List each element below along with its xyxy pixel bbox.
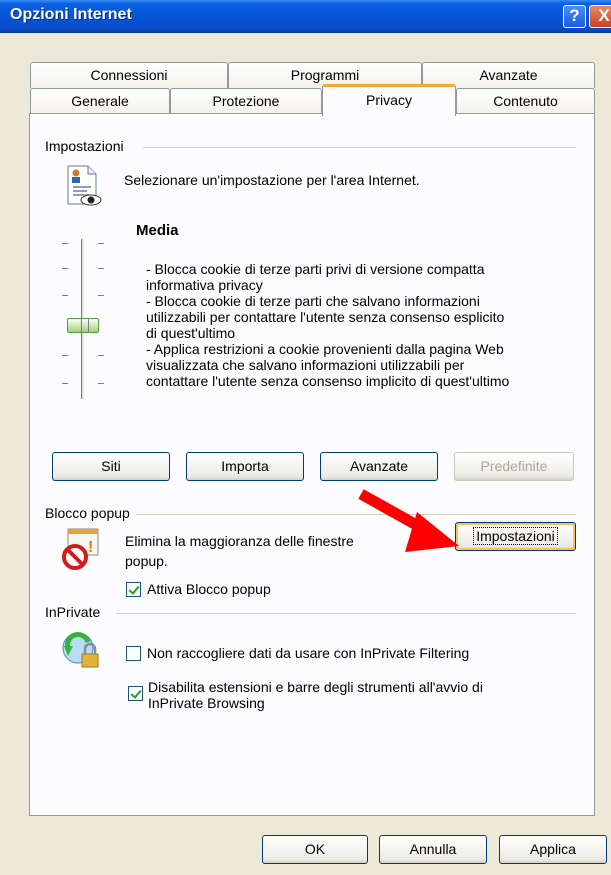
inprivate-filtering-checkbox[interactable] bbox=[126, 646, 141, 661]
tab-connessioni[interactable]: Connessioni bbox=[30, 62, 228, 88]
inprivate-group-label: InPrivate bbox=[45, 604, 101, 620]
level-line: contattare l'utente senza consenso impli… bbox=[146, 373, 510, 389]
cancel-button[interactable]: Annulla bbox=[379, 835, 487, 864]
advanced-button-label: Avanzate bbox=[349, 458, 409, 474]
level-line: informativa privacy bbox=[146, 277, 263, 293]
privacy-level-title: Media bbox=[136, 222, 179, 239]
tab-privacy[interactable]: Privacy bbox=[322, 84, 456, 116]
slider-tick bbox=[62, 355, 68, 356]
ok-button-label: OK bbox=[304, 841, 326, 857]
window-title: Opzioni Internet bbox=[10, 6, 132, 23]
settings-divider bbox=[143, 147, 576, 148]
sites-button[interactable]: Siti bbox=[52, 452, 170, 481]
popup-desc-line: Elimina la maggioranza delle finestre bbox=[125, 533, 354, 549]
slider-thumb[interactable] bbox=[67, 318, 99, 333]
enable-popup-blocker-label[interactable]: Attiva Blocco popup bbox=[147, 581, 271, 597]
popup-description: Elimina la maggioranza delle finestre po… bbox=[125, 533, 354, 569]
slider-tick bbox=[98, 383, 104, 384]
popup-desc-line: popup. bbox=[125, 553, 168, 569]
svg-text:!: ! bbox=[88, 539, 93, 556]
slider-tick bbox=[98, 295, 104, 296]
slider-tick bbox=[62, 383, 68, 384]
popup-group-label: Blocco popup bbox=[45, 505, 130, 521]
slider-tick bbox=[98, 355, 104, 356]
advanced-button[interactable]: Avanzate bbox=[320, 452, 438, 481]
import-button[interactable]: Importa bbox=[186, 452, 304, 481]
title-bar: Opzioni Internet ? X bbox=[0, 0, 611, 33]
level-line: utilizzabili per contattare l'utente sen… bbox=[146, 309, 505, 325]
import-button-label: Importa bbox=[221, 458, 269, 474]
slider-tick bbox=[98, 268, 104, 269]
disable-toolbars-line: InPrivate Browsing bbox=[148, 695, 265, 711]
apply-button[interactable]: Applica bbox=[499, 835, 607, 864]
cancel-button-label: Annulla bbox=[409, 841, 457, 857]
disable-toolbars-checkbox[interactable] bbox=[128, 686, 143, 701]
slider-tick bbox=[62, 295, 68, 296]
privacy-document-icon bbox=[64, 164, 104, 208]
slider-tick bbox=[98, 243, 104, 244]
settings-group-label: Impostazioni bbox=[45, 138, 124, 154]
tab-contenuto[interactable]: Contenuto bbox=[456, 88, 595, 114]
slider-tick bbox=[62, 268, 68, 269]
privacy-level-description: - Blocca cookie di terze parti privi di … bbox=[146, 261, 586, 389]
apply-button-label: Applica bbox=[530, 841, 576, 857]
inprivate-icon bbox=[60, 628, 104, 672]
level-line: - Applica restrizioni a cookie provenien… bbox=[146, 341, 504, 357]
inprivate-divider bbox=[116, 613, 576, 614]
red-arrow-annotation bbox=[355, 486, 465, 562]
level-line: di quest'ultimo bbox=[146, 325, 236, 341]
default-button[interactable]: Predefinite bbox=[454, 452, 574, 481]
privacy-intro-text: Selezionare un'impostazione per l'area I… bbox=[124, 172, 420, 188]
level-line: - Blocca cookie di terze parti privi di … bbox=[146, 261, 485, 277]
ok-button[interactable]: OK bbox=[262, 835, 368, 864]
default-button-label: Predefinite bbox=[480, 458, 548, 474]
level-line: visualizzata che salvano informazioni ut… bbox=[146, 357, 465, 373]
popup-settings-button[interactable]: Impostazioni bbox=[455, 522, 576, 551]
disable-toolbars-label[interactable]: Disabilita estensioni e barre degli stru… bbox=[148, 679, 483, 711]
level-line: - Blocca cookie di terze parti che salva… bbox=[146, 293, 480, 309]
disable-toolbars-line: Disabilita estensioni e barre degli stru… bbox=[148, 679, 483, 695]
close-button[interactable]: X bbox=[589, 5, 611, 28]
enable-popup-blocker-checkbox[interactable] bbox=[126, 582, 141, 597]
tab-protezione[interactable]: Protezione bbox=[170, 88, 322, 114]
slider-tick bbox=[62, 243, 68, 244]
sites-button-label: Siti bbox=[101, 458, 121, 474]
popup-blocker-icon: ! bbox=[60, 527, 104, 571]
help-button[interactable]: ? bbox=[563, 5, 586, 28]
tab-generale[interactable]: Generale bbox=[30, 88, 170, 114]
inprivate-filtering-label[interactable]: Non raccogliere dati da usare con InPriv… bbox=[147, 645, 469, 661]
popup-settings-label: Impostazioni bbox=[473, 527, 558, 545]
